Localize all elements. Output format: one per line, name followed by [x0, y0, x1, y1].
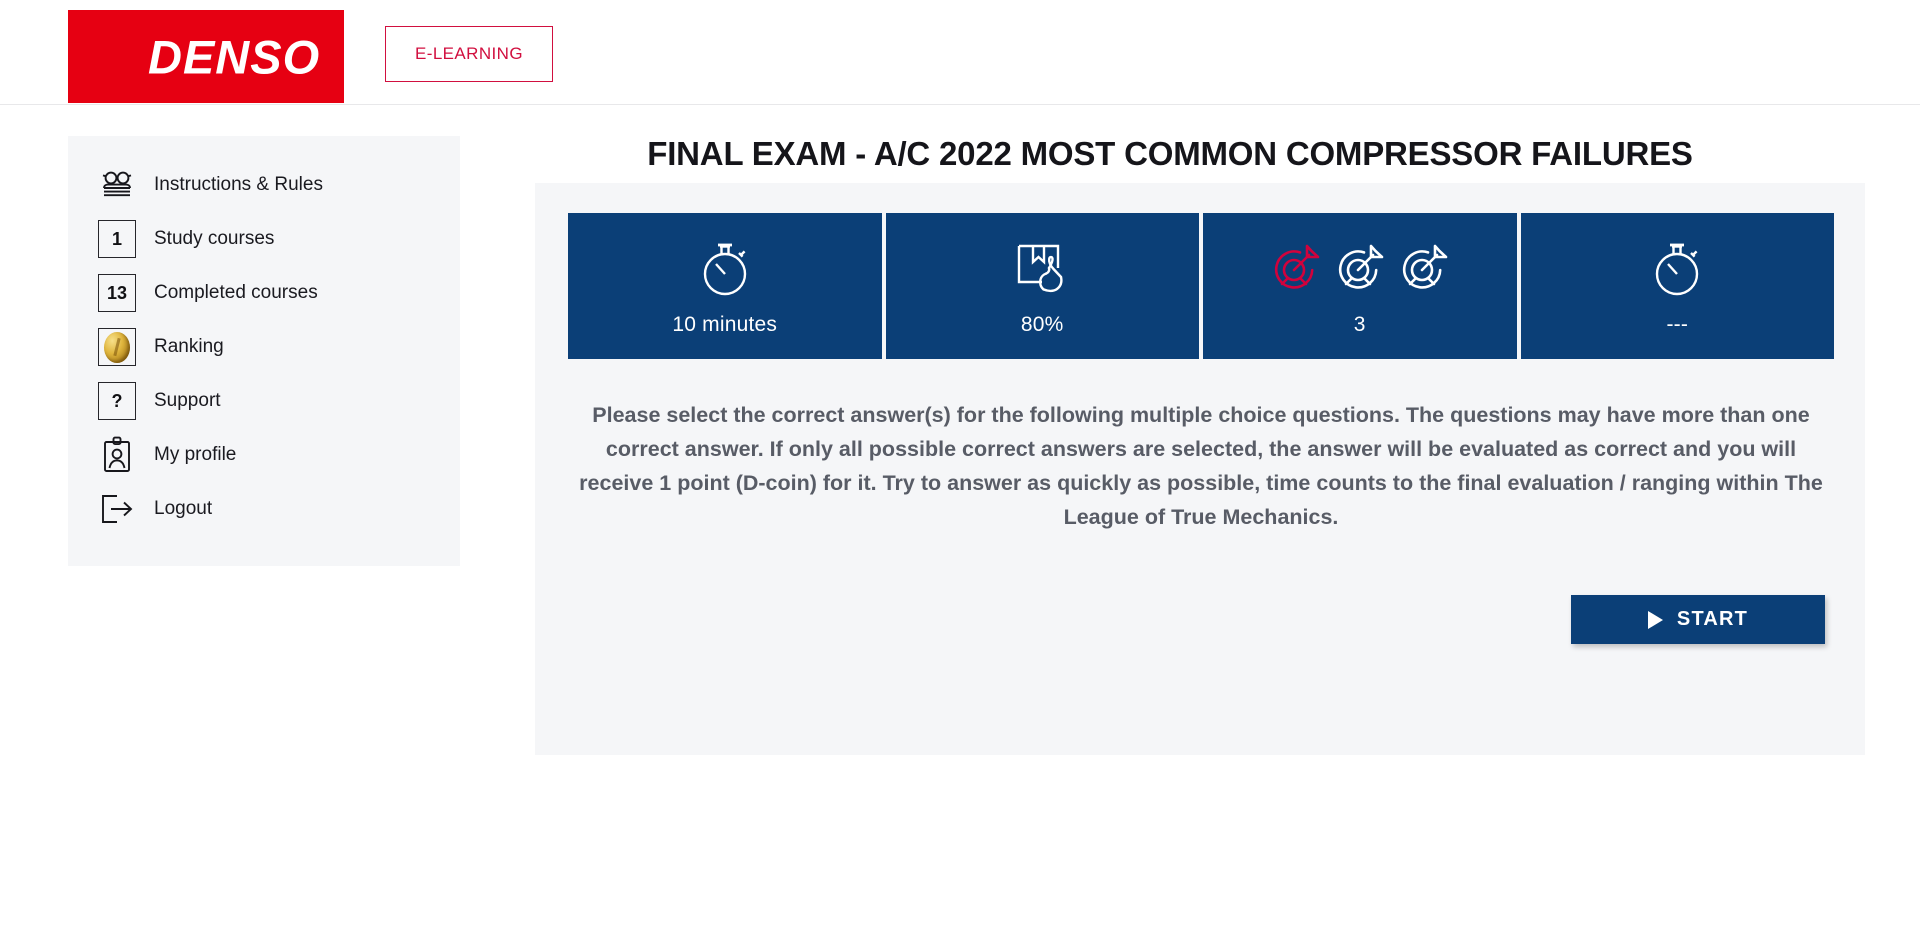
sidebar-item-study-courses[interactable]: 1 Study courses — [68, 212, 460, 266]
exam-card-attempts: 3 — [1203, 213, 1517, 359]
target-arrow-icon-remaining — [1402, 244, 1448, 289]
completed-courses-count: 13 — [98, 274, 136, 312]
sidebar-item-label: Logout — [154, 498, 213, 519]
sidebar-item-logout[interactable]: Logout — [68, 482, 460, 536]
coin-box — [98, 328, 136, 366]
book-thumbsup-icon — [1009, 235, 1075, 303]
sidebar-item-support[interactable]: ? Support — [68, 374, 460, 428]
sidebar-item-label: My profile — [154, 444, 237, 465]
exam-card-value: 3 — [1353, 313, 1366, 336]
play-icon — [1647, 610, 1663, 629]
target-arrow-icon-used — [1274, 244, 1320, 289]
sidebar-item-label: Ranking — [154, 336, 224, 357]
sidebar-nav: Instructions & Rules 1 Study courses 13 … — [68, 136, 460, 566]
sidebar-item-ranking[interactable]: Ranking — [68, 320, 460, 374]
elearning-button[interactable]: E-LEARNING — [385, 26, 553, 82]
target-arrow-icon-group — [1267, 235, 1453, 303]
start-button-label: START — [1676, 608, 1749, 630]
main-content: FINAL EXAM - A/C 2022 MOST COMMON COMPRE… — [460, 105, 1920, 949]
exam-intro-panel: 10 minutes 80% 3 --- Please select the c… — [535, 183, 1865, 755]
glasses-book-icon — [94, 165, 140, 205]
logo-wordmark: DENSO — [148, 30, 321, 83]
exam-card-value: --- — [1666, 313, 1689, 336]
coin-icon — [94, 327, 140, 367]
count-box-icon: 13 — [94, 273, 140, 313]
page-header: DENSO E-LEARNING — [0, 0, 1920, 105]
stopwatch-icon — [696, 235, 754, 303]
sidebar-item-label: Study courses — [154, 228, 275, 249]
exam-card-value: 80% — [1020, 313, 1064, 336]
stopwatch-icon — [1648, 235, 1706, 303]
sidebar-item-label: Instructions & Rules — [154, 174, 323, 195]
target-arrow-icon-remaining — [1338, 244, 1384, 289]
sidebar-item-my-profile[interactable]: My profile — [68, 428, 460, 482]
exam-card-best-time: --- — [1520, 213, 1834, 359]
exam-card-duration: 10 minutes — [568, 213, 882, 359]
denso-logo[interactable]: DENSO — [68, 10, 344, 103]
exam-card-value: 10 minutes — [672, 313, 778, 336]
study-courses-count: 1 — [98, 220, 136, 258]
id-badge-icon — [94, 435, 140, 475]
page-title: FINAL EXAM - A/C 2022 MOST COMMON COMPRE… — [647, 135, 1693, 172]
sidebar-item-instructions-rules[interactable]: Instructions & Rules — [68, 158, 460, 212]
gold-coin-glyph — [104, 331, 130, 363]
logo-swoosh-inner-decoration — [68, 10, 142, 103]
exam-card-pass-rate: 80% — [885, 213, 1199, 359]
count-box-icon: 1 — [94, 219, 140, 259]
exam-info-cards: 10 minutes 80% 3 --- — [568, 213, 1834, 359]
start-button[interactable]: START — [1571, 595, 1825, 644]
exam-instructions-text: Please select the correct answer(s) for … — [579, 403, 1823, 529]
sidebar-item-completed-courses[interactable]: 13 Completed courses — [68, 266, 460, 320]
logout-arrow-icon — [94, 489, 140, 529]
sidebar-item-label: Support — [154, 390, 221, 411]
question-box-icon: ? — [94, 381, 140, 421]
support-question-mark: ? — [98, 382, 136, 420]
sidebar-item-label: Completed courses — [154, 282, 318, 303]
